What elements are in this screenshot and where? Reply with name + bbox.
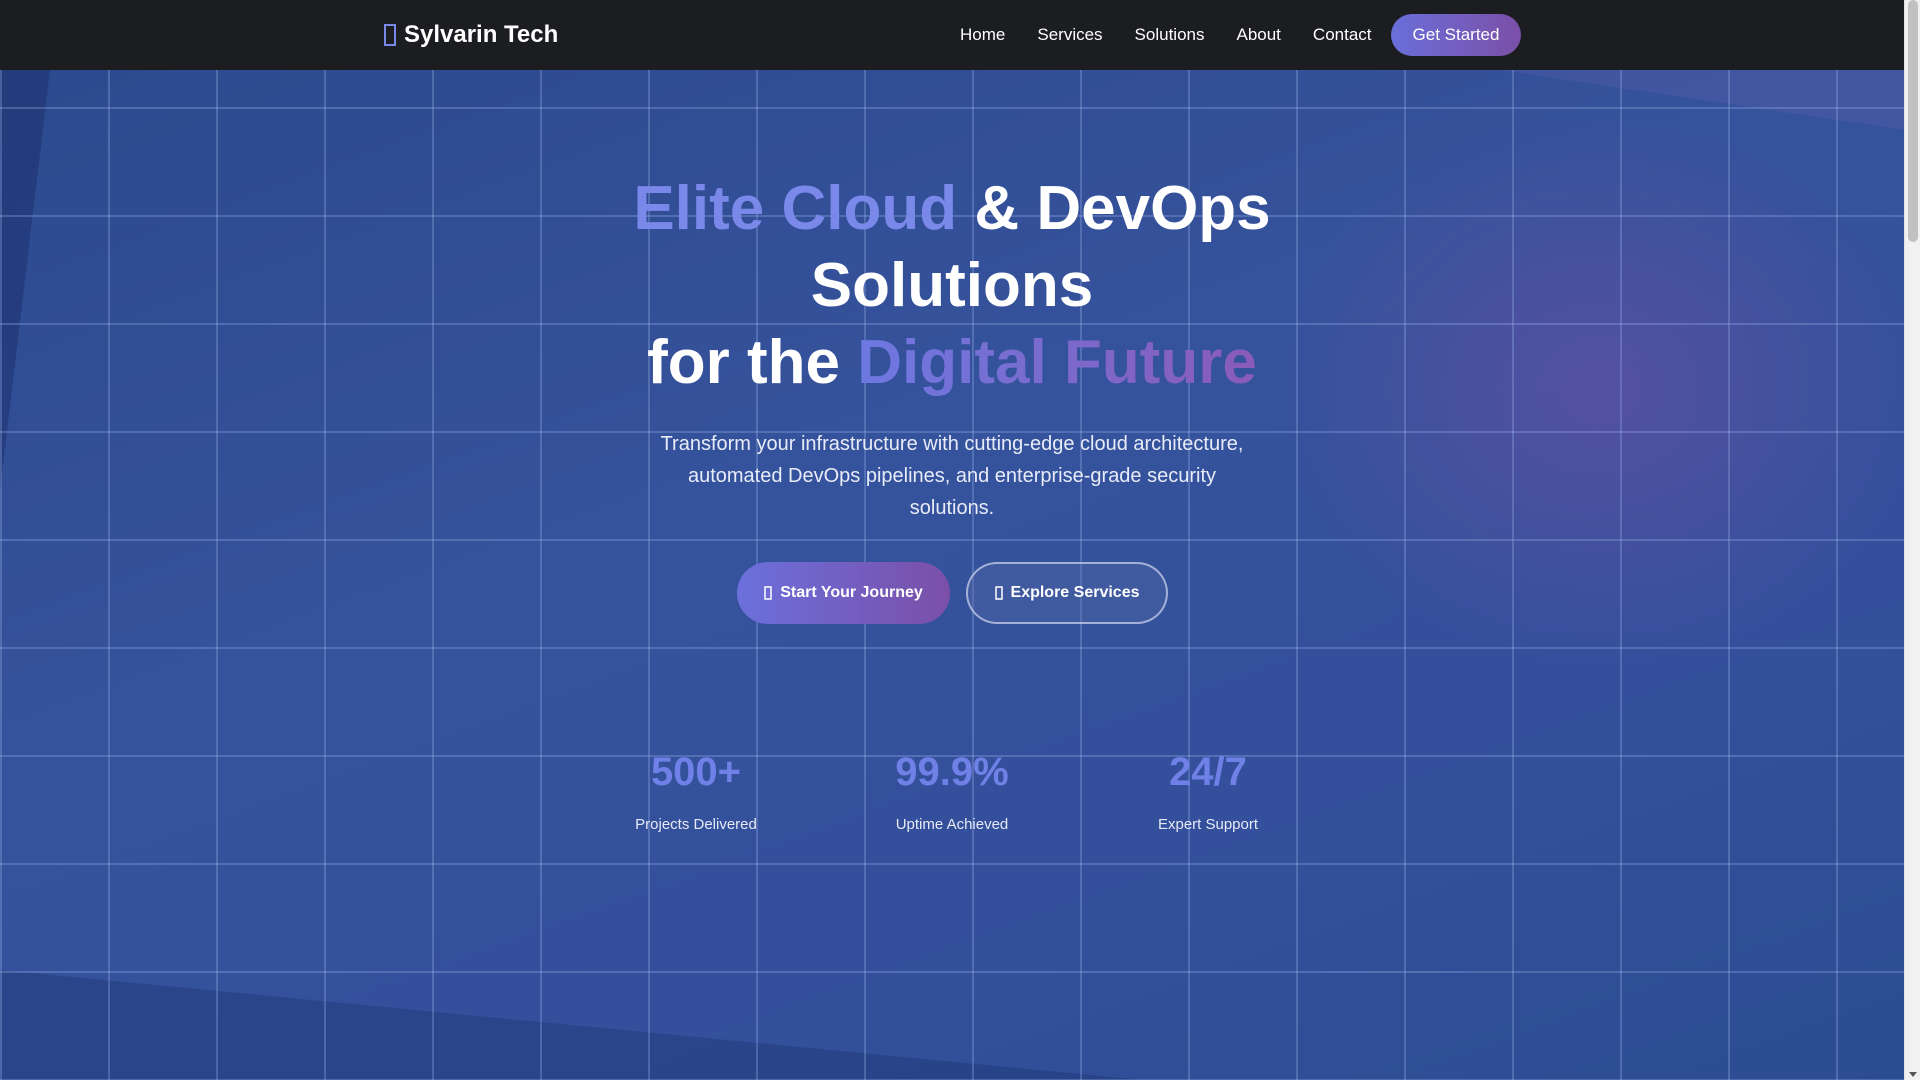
stat-label: Uptime Achieved	[895, 816, 1009, 833]
stat-label: Expert Support	[1157, 816, 1259, 833]
brand-logo[interactable]: Sylvarin Tech	[384, 0, 558, 70]
navbar: Sylvarin Tech Home Services Solutions Ab…	[0, 0, 1904, 70]
scroll-down-arrow-icon[interactable]	[1909, 1072, 1917, 1077]
hero-subtext: Transform your infrastructure with cutti…	[660, 433, 1244, 519]
explore-services-label: Explore Services	[1010, 584, 1140, 601]
stat-uptime: 99.9% Uptime Achieved	[852, 750, 1052, 833]
stat-value: 500+	[650, 750, 742, 794]
rocket-icon	[764, 586, 772, 600]
page: Sylvarin Tech Home Services Solutions Ab…	[0, 0, 1920, 1080]
stat-value: 24/7	[1169, 750, 1247, 794]
headline-accent-1: Elite Cloud	[633, 174, 958, 243]
stat-value: 99.9%	[895, 750, 1009, 794]
compass-icon	[994, 586, 1003, 600]
nav-link-solutions[interactable]: Solutions	[1135, 25, 1205, 45]
explore-services-button[interactable]: Explore Services	[966, 562, 1168, 624]
stat-support: 24/7 Expert Support	[1108, 750, 1308, 833]
brand-name: Sylvarin Tech	[404, 21, 559, 48]
start-journey-label: Start Your Journey	[780, 584, 923, 601]
nav-link-home[interactable]: Home	[960, 25, 1005, 45]
get-started-button[interactable]: Get Started	[1391, 14, 1521, 56]
nav-link-contact[interactable]: Contact	[1313, 25, 1372, 45]
stat-label: Projects Delivered	[635, 816, 757, 833]
headline-text-2: for the	[647, 328, 858, 397]
headline-accent-2: Digital Future	[857, 328, 1257, 397]
vertical-scrollbar[interactable]	[1904, 0, 1920, 1080]
nav-link-services[interactable]: Services	[1037, 25, 1102, 45]
stat-projects: 500+ Projects Delivered	[596, 750, 796, 833]
nav-link-about[interactable]: About	[1236, 25, 1280, 45]
start-journey-button[interactable]: Start Your Journey	[737, 562, 950, 624]
hero-headline: Elite Cloud & DevOps Solutions for the D…	[560, 170, 1344, 401]
brand-icon	[384, 24, 396, 46]
scrollbar-thumb[interactable]	[1908, 0, 1918, 242]
nav-menu: Home Services Solutions About Contact	[960, 0, 1404, 70]
